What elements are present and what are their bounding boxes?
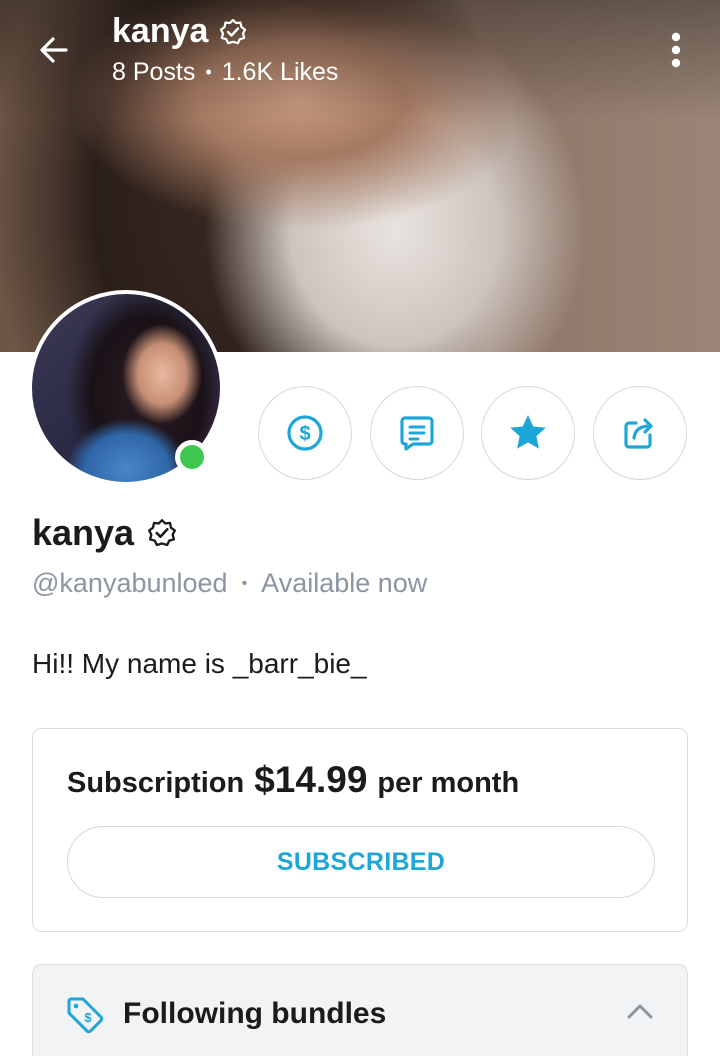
- svg-text:$: $: [299, 423, 310, 445]
- message-button[interactable]: [370, 386, 464, 480]
- display-name: kanya: [32, 512, 135, 553]
- likes-count: 1.6K Likes: [221, 58, 339, 86]
- more-vertical-icon: [671, 32, 681, 68]
- following-bundles-section[interactable]: $ Following bundles: [32, 964, 688, 1056]
- bundles-label: Following bundles: [123, 997, 387, 1030]
- svg-text:$: $: [84, 1010, 92, 1025]
- message-icon: [400, 416, 434, 451]
- tip-button[interactable]: $: [258, 386, 352, 480]
- header-stats: 8 Posts • 1.6K Likes: [112, 58, 338, 87]
- header-title: kanya: [112, 12, 248, 51]
- arrow-left-icon: [40, 37, 68, 63]
- back-button[interactable]: [30, 26, 78, 74]
- more-options-button[interactable]: [656, 26, 696, 74]
- handle-separator: •: [241, 574, 248, 592]
- chevron-up-icon[interactable]: [625, 1001, 655, 1021]
- subscription-label: Subscription: [67, 767, 245, 799]
- profile-name: kanya: [32, 512, 178, 554]
- header-username: kanya: [112, 12, 209, 50]
- favorite-button[interactable]: [481, 386, 575, 480]
- bio-text: Hi!! My name is _barr_bie_: [32, 648, 367, 679]
- handle-line: @kanyabunloed • Available now: [32, 568, 427, 599]
- share-icon: [624, 418, 653, 449]
- subscription-title: Subscription $14.99 per month: [67, 759, 519, 801]
- subscription-period: per month: [377, 767, 520, 799]
- share-button[interactable]: [593, 386, 687, 480]
- cover-shade: [0, 0, 720, 120]
- verified-icon: [220, 18, 247, 44]
- price-tag-icon: $: [67, 997, 104, 1034]
- availability-status: Available now: [261, 568, 428, 598]
- posts-count: 8 Posts: [112, 58, 196, 86]
- subscription-card: Subscription $14.99 per month SUBSCRIBED: [32, 728, 688, 932]
- subscription-price: $14.99: [254, 759, 368, 800]
- verified-icon: [148, 519, 177, 547]
- dollar-icon: $: [287, 415, 323, 451]
- subscribed-button[interactable]: SUBSCRIBED: [67, 826, 655, 898]
- username-handle[interactable]: @kanyabunloed: [32, 568, 228, 599]
- online-status-indicator: [175, 440, 209, 474]
- stats-separator: •: [205, 62, 212, 82]
- star-icon: [510, 415, 546, 449]
